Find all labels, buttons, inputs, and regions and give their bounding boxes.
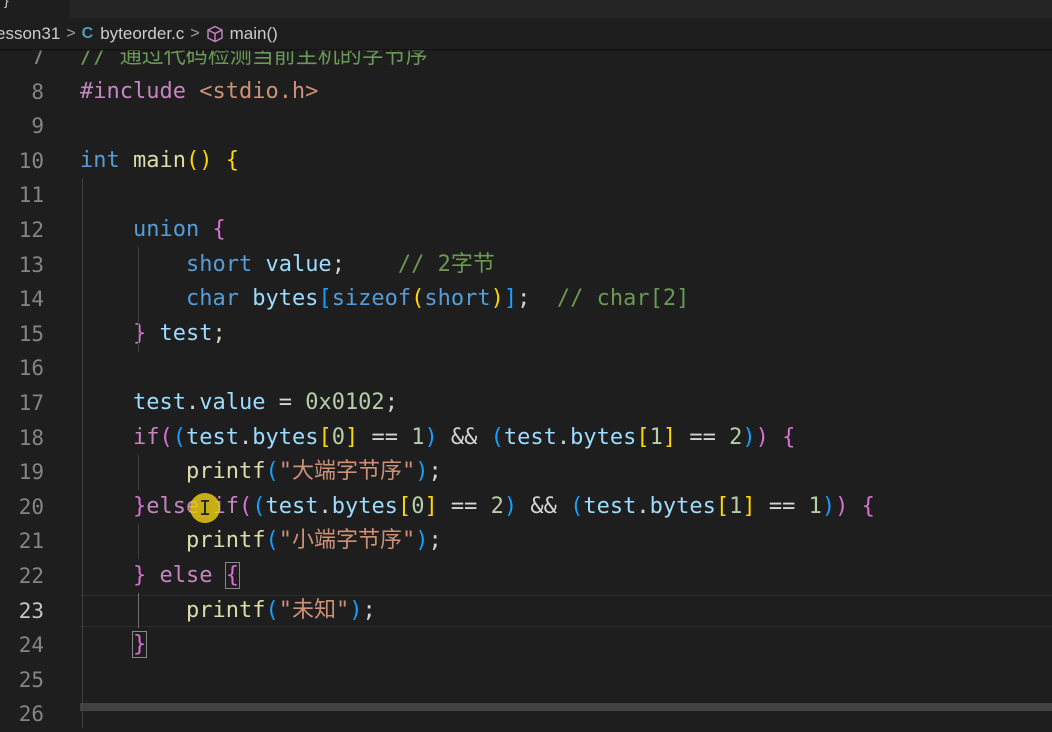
line-code: union { xyxy=(132,217,226,242)
code-line[interactable]: 24 } xyxy=(0,628,1052,663)
code-line[interactable]: 19 printf("大端字节序"); xyxy=(0,455,1052,490)
breadcrumb-file[interactable]: C byteorder.c xyxy=(82,24,185,44)
chevron-right-icon: > xyxy=(66,25,76,42)
line-code: } xyxy=(131,631,148,659)
line-code: printf("大端字节序"); xyxy=(185,459,442,485)
line-code: test.value = 0x0102; xyxy=(132,390,398,415)
line-number: 19 xyxy=(18,460,44,485)
indent-guide xyxy=(138,455,139,490)
horizontal-scrollbar[interactable] xyxy=(80,703,1052,711)
line-number: 23 xyxy=(18,598,44,623)
line-number: 17 xyxy=(18,391,44,415)
code-line[interactable]: 16 xyxy=(0,351,1052,386)
line-code: printf("未知"); xyxy=(185,597,376,623)
line-number: 18 xyxy=(18,425,44,450)
code-line[interactable]: 21 printf("小端字节序"); xyxy=(0,524,1052,559)
editor-tab[interactable]: } xyxy=(0,0,71,18)
line-number: 10 xyxy=(18,148,44,173)
line-number: 11 xyxy=(18,183,44,208)
line-number: 13 xyxy=(18,252,44,277)
editor-tab-strip: } xyxy=(0,0,1052,18)
breadcrumb: esson31 > C byteorder.c > main() xyxy=(0,18,1052,50)
code-line[interactable]: 15 } test; xyxy=(0,317,1052,352)
line-number: 22 xyxy=(18,564,44,588)
breadcrumb-symbol-label: main() xyxy=(229,24,278,43)
breadcrumb-file-label: byteorder.c xyxy=(100,24,185,43)
indent-guide-active xyxy=(138,593,139,628)
line-number: 15 xyxy=(18,321,44,346)
line-number: 12 xyxy=(18,218,44,242)
code-line[interactable]: 18 if((test.bytes[0] == 1) && (test.byte… xyxy=(0,421,1052,456)
line-number: 20 xyxy=(18,494,44,519)
code-line[interactable]: 12 union { xyxy=(0,213,1052,248)
line-number: 21 xyxy=(18,529,44,554)
cube-icon xyxy=(206,25,224,43)
code-line-current[interactable]: 23 printf("未知"); xyxy=(0,594,1052,629)
line-code: #include <stdio.h> xyxy=(80,75,318,110)
breadcrumb-symbol[interactable]: main() xyxy=(206,24,278,44)
preprocessor-directive: #include xyxy=(80,78,186,104)
code-line[interactable]: 10 int main() { xyxy=(0,144,1052,179)
line-code: int main() { xyxy=(80,147,239,173)
breadcrumb-shadow xyxy=(0,49,1052,52)
line-code: char bytes[sizeof(short)]; // char[2] xyxy=(185,286,690,312)
code-line[interactable]: 22 } else { xyxy=(0,559,1052,594)
c-file-icon: C xyxy=(81,25,94,42)
line-number: 25 xyxy=(18,667,44,692)
code-line[interactable]: 25 xyxy=(0,663,1052,698)
indent-guide xyxy=(138,524,139,559)
line-code: } test; xyxy=(132,320,226,346)
line-number: 16 xyxy=(18,356,44,381)
line-code: } else { xyxy=(132,562,240,589)
tab-label: } xyxy=(4,0,9,8)
code-line[interactable]: 13 short value; // 2字节 xyxy=(0,248,1052,283)
line-number: 24 xyxy=(18,633,44,658)
line-number: 8 xyxy=(31,79,44,104)
line-number: 26 xyxy=(18,702,44,727)
ibeam-cursor-icon: I xyxy=(199,496,212,520)
chevron-right-icon: > xyxy=(190,25,200,42)
include-header: <stdio.h> xyxy=(199,78,319,104)
indent-guide xyxy=(82,178,83,728)
line-number: 14 xyxy=(18,287,44,312)
code-line[interactable]: 8 #include <stdio.h> xyxy=(0,75,1052,110)
breadcrumb-folder[interactable]: esson31 xyxy=(0,24,60,44)
indent-guide xyxy=(138,247,139,352)
code-editor[interactable]: 7// 通过代码检测当前主机的字节序 8 #include <stdio.h> 9… xyxy=(0,40,1052,728)
line-number: 9 xyxy=(31,114,44,139)
code-line[interactable]: 9 xyxy=(0,109,1052,144)
line-code: short value; // 2字节 xyxy=(185,251,495,277)
code-line[interactable]: 17 test.value = 0x0102; xyxy=(0,386,1052,421)
line-code: printf("小端字节序"); xyxy=(185,528,442,554)
line-code: if((test.bytes[0] == 1) && (test.bytes[1… xyxy=(132,424,796,450)
code-line[interactable]: 14 char bytes[sizeof(short)]; // char[2] xyxy=(0,282,1052,317)
code-line[interactable]: 11 xyxy=(0,178,1052,213)
code-line[interactable]: 20 }else if((test.bytes[0] == 2) && (tes… xyxy=(0,490,1052,525)
